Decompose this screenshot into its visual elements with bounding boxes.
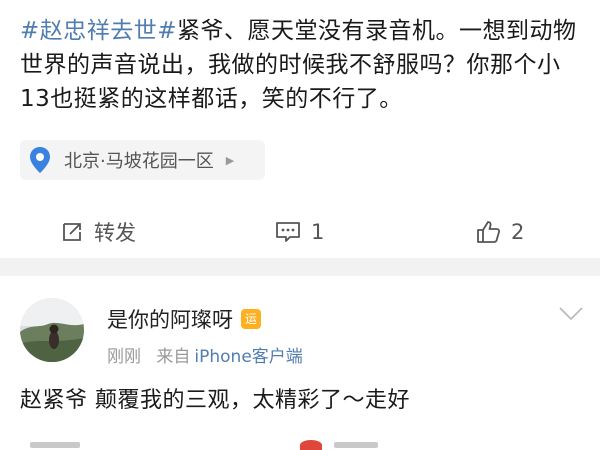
hashtag-link[interactable]: #赵忠祥去世# [20,18,177,44]
avatar[interactable] [20,298,84,362]
comment-username[interactable]: 是你的阿璨呀 运 [107,304,261,334]
username-text: 是你的阿璨呀 [107,308,233,332]
comment-count: 1 [311,220,325,244]
comment-icon [276,222,300,242]
location-tag[interactable]: 北京·马坡花园一区 ▶ [20,140,265,180]
source-link[interactable]: iPhone客户端 [194,347,302,367]
next-text-fragment [334,442,378,448]
repost-button[interactable]: 转发 [60,217,136,247]
comment-text: 赵紧爷 颠覆我的三观，太精彩了～走好 [20,388,410,413]
like-icon [477,221,501,243]
next-comment-fragment [0,438,600,450]
action-bar: 转发 1 2 [0,206,600,258]
chevron-down-icon[interactable] [558,306,584,322]
like-count: 2 [511,220,525,244]
member-badge: 运 [241,309,261,329]
section-separator [0,258,600,276]
weibo-logo-fragment [300,440,322,450]
avatar-image [20,298,84,362]
next-username-fragment [30,442,80,448]
comment-time: 刚刚 [107,347,141,367]
comment-meta: 刚刚 来自 iPhone客户端 [107,342,303,367]
repost-icon [63,223,81,241]
location-label: 北京·马坡花园一区 [64,151,214,172]
repost-label: 转发 [94,221,136,245]
source-prefix: 来自 [156,347,191,367]
post-text: #赵忠祥去世#紧爷、愿天堂没有录音机。一想到动物世界的声音说出，我做的时候我不舒… [20,14,590,116]
chevron-right-icon: ▶ [225,153,235,167]
location-pin-icon [30,147,50,173]
comment-item[interactable]: 是你的阿璨呀 运 刚刚 来自 iPhone客户端 赵紧爷 颠覆我的三观，太精彩了～… [0,276,600,450]
like-button[interactable]: 2 [475,219,524,245]
comment-button[interactable]: 1 [275,220,324,244]
